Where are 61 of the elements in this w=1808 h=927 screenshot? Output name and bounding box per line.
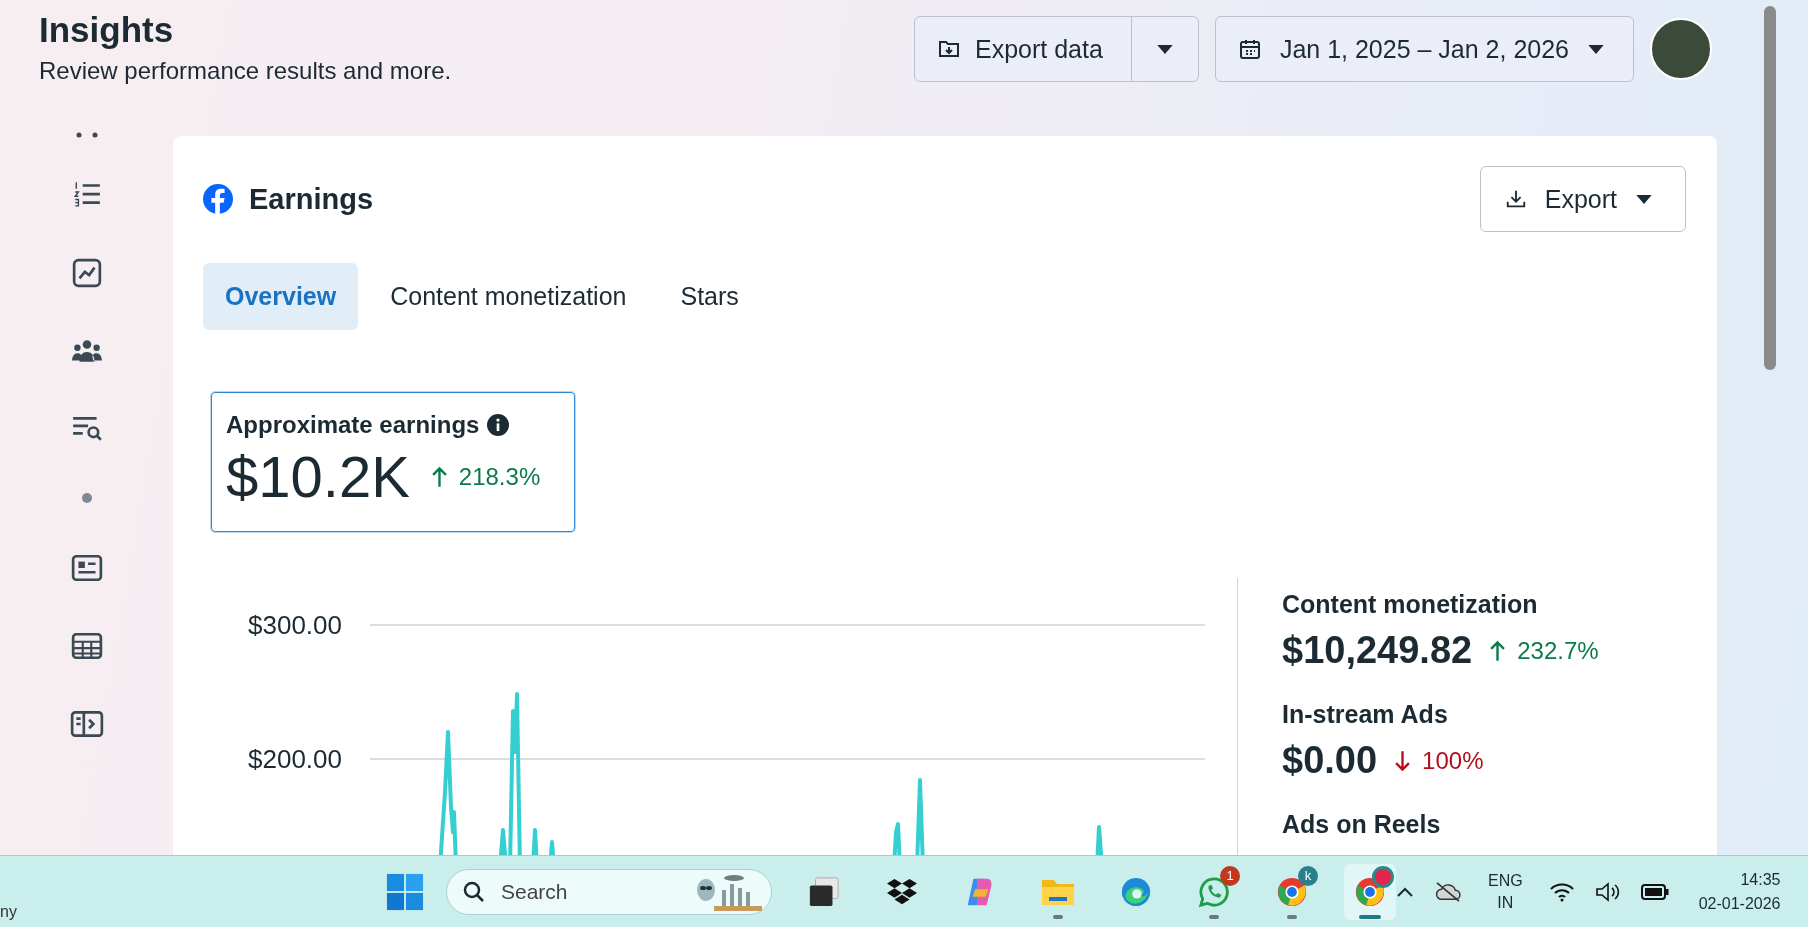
battery-icon[interactable] (1640, 883, 1669, 900)
cloud-off-icon[interactable] (1434, 880, 1462, 903)
metric-label: Approximate earnings (226, 411, 480, 439)
id-card-icon[interactable] (70, 554, 103, 582)
people-icon[interactable] (70, 338, 103, 364)
arrow-up-icon (1490, 639, 1506, 662)
dot-icon[interactable] (80, 492, 93, 504)
caret-icon (1635, 193, 1653, 205)
facebook-logo-icon (203, 184, 233, 214)
calendar-icon (1237, 37, 1262, 61)
start-icon[interactable] (386, 872, 424, 911)
axis-label: $300.00 (248, 610, 342, 640)
breakdown-label: Ads on Reels (1282, 810, 1442, 839)
search-icon (462, 879, 486, 904)
metric-value: $10.2K (226, 443, 410, 511)
caret-icon (1587, 43, 1605, 55)
caret-icon (1155, 43, 1174, 55)
panel-toggle-icon[interactable] (69, 710, 104, 738)
active-app-button[interactable] (1344, 863, 1396, 920)
export-data-button[interactable]: Export data (915, 17, 1131, 81)
page-title: Insights (39, 10, 175, 50)
notification-badge: 1 (1220, 865, 1240, 886)
breakdown-value: $0.00 (1282, 739, 1378, 782)
task-view-icon (808, 875, 840, 908)
breakdown-label: In-stream Ads (1282, 700, 1449, 729)
table-icon[interactable] (70, 632, 103, 660)
breakdown-value: $10,249.82 (1282, 629, 1473, 672)
wifi-icon[interactable] (1548, 881, 1575, 902)
clock-time[interactable]: 14:35 (1740, 867, 1781, 892)
download-icon (1504, 188, 1527, 210)
date-range-button[interactable]: Jan 1, 2025 – Jan 2, 2026 (1214, 16, 1634, 82)
tab[interactable]: Content monetization (368, 263, 649, 330)
box-stack-icon (886, 876, 918, 907)
speaker-icon[interactable] (1594, 880, 1621, 903)
page-subtitle: Review performance results and more. (39, 56, 452, 86)
region-text[interactable]: IN (1497, 891, 1514, 914)
notification-badge: k (1298, 865, 1318, 886)
arrow-up-icon (431, 466, 447, 488)
list-search-icon[interactable] (70, 414, 103, 442)
card-title: Earnings (249, 182, 374, 216)
taskbar-text: ny (0, 903, 17, 921)
axis-label: $200.00 (248, 744, 342, 774)
app-button[interactable]: 1 (1188, 863, 1240, 920)
wave-logo-icon (1120, 875, 1152, 908)
clock-date[interactable]: 02-01-2026 (1698, 891, 1781, 916)
tab[interactable]: Overview (203, 263, 359, 330)
info-icon[interactable] (487, 414, 510, 436)
metric-card[interactable]: Approximate earnings $10.2K 218.3% (211, 392, 575, 532)
chevron-up-icon[interactable] (1396, 885, 1414, 898)
metric-change: 218.3% (458, 463, 541, 491)
scrollbar-thumb[interactable] (1764, 6, 1776, 370)
language-text[interactable]: ENG (1488, 869, 1523, 892)
breakdown-label: Content monetization (1282, 590, 1539, 619)
line-chart-icon[interactable] (71, 258, 102, 288)
arrow-down-icon (1395, 749, 1411, 772)
breakdown-change: 232.7% (1517, 636, 1599, 665)
app-button[interactable]: k (1266, 863, 1318, 920)
tab[interactable]: Stars (658, 263, 761, 330)
breakdown-change: 100% (1422, 746, 1484, 775)
search-field[interactable]: Search (446, 868, 772, 915)
export-button[interactable]: Export (1479, 166, 1686, 232)
